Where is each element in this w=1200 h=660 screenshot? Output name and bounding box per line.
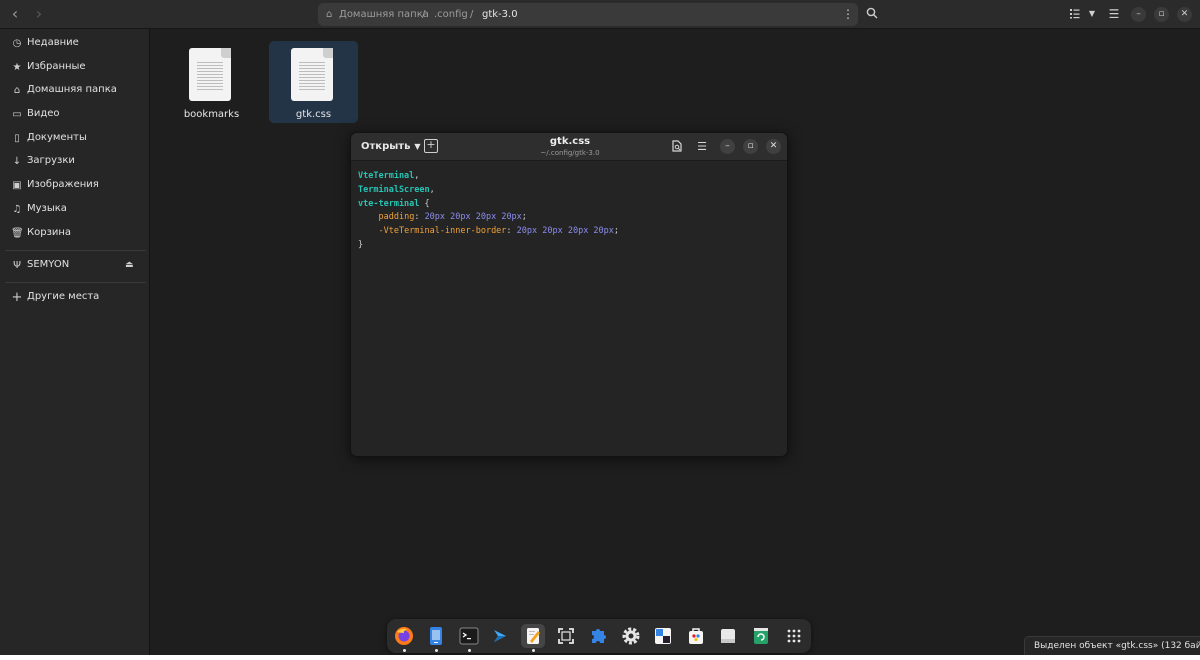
code-selector: TerminalScreen	[358, 184, 430, 195]
sidebar-item-recent[interactable]: ◷ Недавние	[0, 33, 150, 55]
code-value: 20px 20px 20px 20px	[424, 212, 522, 223]
sidebar-item-label: Корзина	[27, 227, 72, 238]
selection-status: Выделен объект «gtk.css» (132 байта)	[1024, 636, 1200, 656]
trash-icon: 🗑	[11, 228, 24, 239]
dock	[387, 619, 811, 653]
phone-icon[interactable]	[424, 624, 448, 648]
music-icon: ♫	[12, 204, 22, 215]
screenshot-icon[interactable]	[554, 624, 578, 648]
settings-icon[interactable]	[619, 624, 643, 648]
editor-header-bar: Открыть ▼ + gtk.css ~/.config/gtk-3.0 ☰ –…	[351, 133, 787, 161]
maximize-button[interactable]: ▫	[743, 139, 758, 154]
menu-icon[interactable]: ☰	[1107, 7, 1121, 21]
code-property: padding	[378, 212, 415, 223]
forward-button[interactable]: ›	[30, 6, 48, 24]
file-manager-window: ‹ › ⌂ Домашняя папка / .config / gtk-3.0…	[0, 0, 1200, 660]
sidebar-item-pictures[interactable]: ▣ Изображения	[0, 175, 150, 197]
close-button[interactable]: ✕	[1177, 7, 1192, 22]
document-icon: ▯	[14, 133, 20, 144]
search-icon[interactable]	[865, 7, 879, 21]
file-name: gtk.css	[295, 109, 332, 120]
chevron-down-icon[interactable]: ▼	[1085, 7, 1099, 21]
video-icon: ▭	[12, 109, 22, 120]
path-separator: /	[470, 9, 474, 20]
sidebar-item-label: Избранные	[27, 61, 86, 72]
app-grid-icon[interactable]	[782, 624, 806, 648]
clock-icon: ◷	[12, 38, 22, 49]
sidebar-item-music[interactable]: ♫ Музыка	[0, 199, 150, 221]
star-icon: ★	[12, 62, 22, 73]
path-config[interactable]: .config	[434, 9, 468, 20]
usb-icon: Ψ	[13, 260, 21, 271]
running-indicator	[435, 649, 438, 652]
trash-app-icon[interactable]	[749, 624, 773, 648]
firefox-icon[interactable]	[392, 624, 416, 648]
sidebar-divider	[5, 282, 146, 283]
sidebar-item-label: SEMYON	[27, 259, 70, 270]
file-name: bookmarks	[183, 109, 240, 120]
back-button[interactable]: ‹	[6, 6, 24, 24]
bottom-edge	[0, 655, 1200, 660]
code-value: 20px 20px 20px 20px	[516, 226, 614, 237]
text-file-icon	[189, 48, 231, 101]
vscode-icon[interactable]	[489, 624, 513, 648]
running-indicator	[468, 649, 471, 652]
software-icon[interactable]	[684, 624, 708, 648]
image-icon: ▣	[12, 180, 22, 191]
view-list-icon[interactable]	[1068, 7, 1082, 21]
file-item-selected[interactable]: gtk.css	[269, 41, 358, 123]
path-home[interactable]: Домашняя папка	[339, 9, 429, 20]
document-search-icon[interactable]	[670, 140, 684, 154]
sidebar-item-downloads[interactable]: ↓ Загрузки	[0, 151, 150, 173]
sidebar-item-label: Загрузки	[27, 155, 75, 166]
minimize-button[interactable]: –	[1131, 7, 1146, 22]
path-menu-icon[interactable]: ⋮	[842, 7, 854, 21]
sidebar-divider	[5, 250, 146, 251]
sidebar-item-trash[interactable]: 🗑 Корзина	[0, 223, 150, 245]
code-selector: VteTerminal	[358, 171, 415, 181]
sidebar-item-label: Недавние	[27, 37, 79, 48]
image-viewer-icon[interactable]	[651, 624, 675, 648]
code-selector: vte-terminal	[358, 198, 420, 209]
code-view[interactable]: VteTerminal, TerminalScreen, vte-termina…	[358, 170, 619, 253]
text-editor-window: Открыть ▼ + gtk.css ~/.config/gtk-3.0 ☰ –…	[350, 132, 788, 457]
drive-icon[interactable]	[716, 624, 740, 648]
minimize-button[interactable]: –	[720, 139, 735, 154]
code-property: -VteTerminal-inner-border	[378, 226, 507, 237]
file-item[interactable]: bookmarks	[167, 41, 256, 123]
sidebar-item-label: Документы	[27, 132, 87, 143]
sidebar-item-label: Другие места	[27, 291, 100, 302]
sidebar-item-other-locations[interactable]: + Другие места	[0, 287, 150, 309]
sidebar-item-label: Музыка	[27, 203, 67, 214]
maximize-button[interactable]: ▫	[1154, 7, 1169, 22]
sidebar-item-video[interactable]: ▭ Видео	[0, 104, 150, 126]
plus-icon: +	[11, 290, 23, 305]
sidebar: ◷ Недавние ★ Избранные ⌂ Домашняя папка …	[0, 29, 150, 660]
home-icon: ⌂	[326, 9, 333, 20]
download-icon: ↓	[12, 156, 22, 167]
sidebar-item-starred[interactable]: ★ Избранные	[0, 57, 150, 79]
close-button[interactable]: ✕	[766, 139, 781, 154]
text-file-icon	[291, 48, 333, 101]
sidebar-item-device[interactable]: Ψ SEMYON ⏏	[0, 255, 150, 277]
eject-icon[interactable]: ⏏	[125, 260, 135, 270]
sidebar-item-label: Видео	[27, 108, 60, 119]
sidebar-item-home[interactable]: ⌂ Домашняя папка	[0, 80, 150, 102]
extensions-icon[interactable]	[586, 624, 610, 648]
running-indicator	[403, 649, 406, 652]
running-indicator	[532, 649, 535, 652]
path-separator: /	[422, 9, 426, 20]
path-current[interactable]: gtk-3.0	[482, 9, 518, 20]
sidebar-item-label: Изображения	[27, 179, 99, 190]
path-bar[interactable]: ⌂ Домашняя папка / .config / gtk-3.0 ⋮	[318, 3, 858, 26]
sidebar-item-documents[interactable]: ▯ Документы	[0, 128, 150, 150]
home-icon: ⌂	[13, 85, 21, 96]
text-editor-icon[interactable]	[521, 624, 545, 648]
sidebar-item-label: Домашняя папка	[27, 84, 117, 95]
menu-icon[interactable]: ☰	[695, 140, 709, 154]
terminal-icon[interactable]	[457, 624, 481, 648]
header-bar: ‹ › ⌂ Домашняя папка / .config / gtk-3.0…	[0, 0, 1200, 29]
